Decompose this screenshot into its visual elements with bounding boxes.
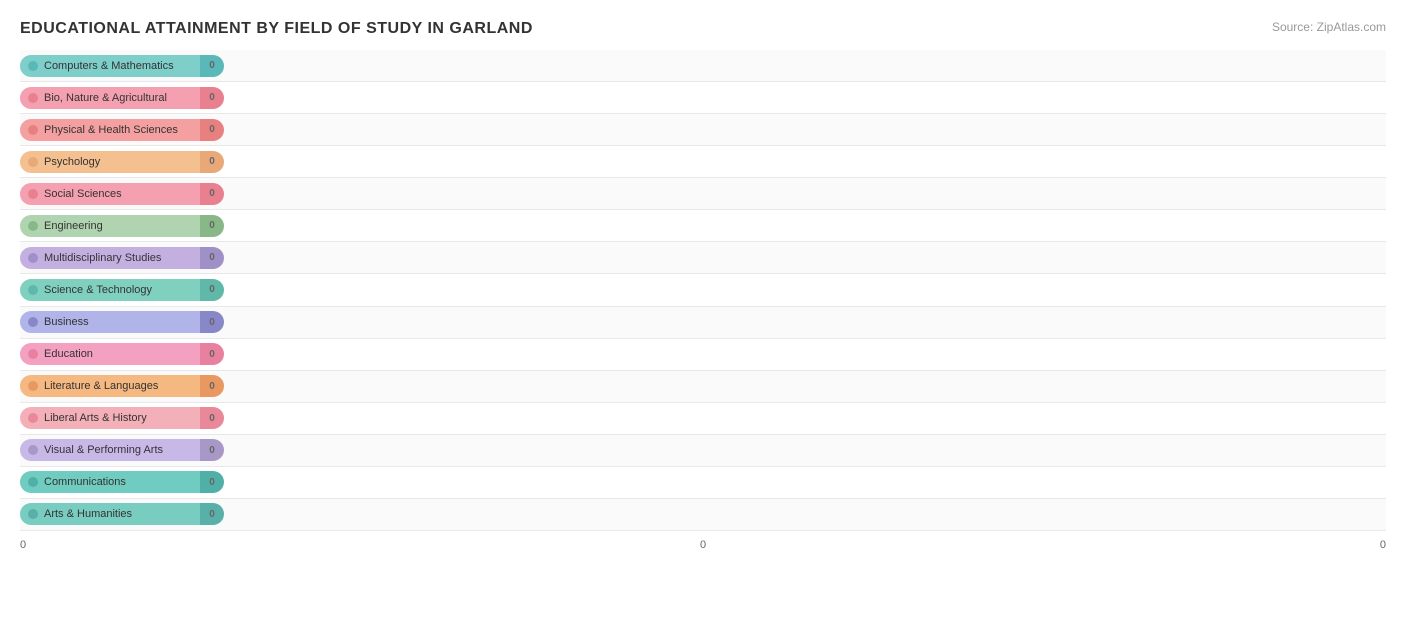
bar-row: Literature & Languages0: [20, 371, 1386, 403]
bar-row: Science & Technology0: [20, 274, 1386, 306]
bar-dot: [28, 221, 38, 231]
bar-row: Social Sciences0: [20, 178, 1386, 210]
bar-fill: Liberal Arts & History: [20, 407, 200, 429]
source-label: Source: ZipAtlas.com: [1272, 20, 1386, 34]
bar-pill: Computers & Mathematics0: [20, 55, 224, 77]
bar-fill: Literature & Languages: [20, 375, 200, 397]
bar-fill: Business: [20, 311, 200, 333]
bar-fill: Education: [20, 343, 200, 365]
bar-row: Engineering0: [20, 210, 1386, 242]
bar-row: Communications0: [20, 467, 1386, 499]
bar-pill: Visual & Performing Arts0: [20, 439, 224, 461]
bar-row: Computers & Mathematics0: [20, 50, 1386, 82]
bar-dot: [28, 477, 38, 487]
bar-fill: Science & Technology: [20, 279, 200, 301]
bar-value: 0: [200, 279, 224, 301]
bar-dot: [28, 157, 38, 167]
bar-value: 0: [200, 215, 224, 237]
bar-row: Education0: [20, 339, 1386, 371]
bar-value: 0: [200, 55, 224, 77]
bar-row: Bio, Nature & Agricultural0: [20, 82, 1386, 114]
bar-fill: Social Sciences: [20, 183, 200, 205]
bar-dot: [28, 381, 38, 391]
bar-pill: Science & Technology0: [20, 279, 224, 301]
bar-dot: [28, 317, 38, 327]
bar-fill: Engineering: [20, 215, 200, 237]
bar-pill: Multidisciplinary Studies0: [20, 247, 224, 269]
bar-value: 0: [200, 407, 224, 429]
x-axis-label-2: 0: [700, 539, 706, 551]
bar-dot: [28, 349, 38, 359]
x-axis-label-3: 0: [1380, 539, 1386, 551]
bar-pill: Social Sciences0: [20, 183, 224, 205]
chart-container: EDUCATIONAL ATTAINMENT BY FIELD OF STUDY…: [0, 0, 1406, 631]
bar-row: Arts & Humanities0: [20, 499, 1386, 531]
bar-row: Visual & Performing Arts0: [20, 435, 1386, 467]
bar-row: Physical & Health Sciences0: [20, 114, 1386, 146]
bar-value: 0: [200, 471, 224, 493]
bar-row: Psychology0: [20, 146, 1386, 178]
bar-value: 0: [200, 87, 224, 109]
bar-dot: [28, 413, 38, 423]
bar-dot: [28, 93, 38, 103]
bar-pill: Engineering0: [20, 215, 224, 237]
bar-value: 0: [200, 343, 224, 365]
bar-dot: [28, 285, 38, 295]
bar-row: Business0: [20, 307, 1386, 339]
bar-dot: [28, 61, 38, 71]
bar-fill: Visual & Performing Arts: [20, 439, 200, 461]
bar-row: Liberal Arts & History0: [20, 403, 1386, 435]
bar-pill: Education0: [20, 343, 224, 365]
bar-value: 0: [200, 119, 224, 141]
bar-pill: Arts & Humanities0: [20, 503, 224, 525]
bar-value: 0: [200, 375, 224, 397]
bar-pill: Communications0: [20, 471, 224, 493]
bar-dot: [28, 253, 38, 263]
bars-section: Computers & Mathematics0Bio, Nature & Ag…: [20, 50, 1386, 551]
bar-value: 0: [200, 247, 224, 269]
bar-row: Multidisciplinary Studies0: [20, 242, 1386, 274]
x-axis-label-1: 0: [20, 539, 26, 551]
bar-pill: Physical & Health Sciences0: [20, 119, 224, 141]
bar-dot: [28, 125, 38, 135]
bar-pill: Business0: [20, 311, 224, 333]
bar-fill: Physical & Health Sciences: [20, 119, 200, 141]
bar-dot: [28, 189, 38, 199]
bar-value: 0: [200, 439, 224, 461]
bar-value: 0: [200, 183, 224, 205]
bar-pill: Liberal Arts & History0: [20, 407, 224, 429]
bar-fill: Psychology: [20, 151, 200, 173]
bar-fill: Arts & Humanities: [20, 503, 200, 525]
bar-rows: Computers & Mathematics0Bio, Nature & Ag…: [20, 50, 1386, 531]
chart-area: Computers & Mathematics0Bio, Nature & Ag…: [20, 50, 1386, 551]
bar-value: 0: [200, 311, 224, 333]
bar-pill: Bio, Nature & Agricultural0: [20, 87, 224, 109]
bar-dot: [28, 445, 38, 455]
bar-fill: Communications: [20, 471, 200, 493]
x-axis: 0 0 0: [20, 531, 1386, 551]
bar-fill: Computers & Mathematics: [20, 55, 200, 77]
bar-fill: Multidisciplinary Studies: [20, 247, 200, 269]
bar-pill: Psychology0: [20, 151, 224, 173]
bar-pill: Literature & Languages0: [20, 375, 224, 397]
bar-value: 0: [200, 151, 224, 173]
bar-dot: [28, 509, 38, 519]
bar-value: 0: [200, 503, 224, 525]
bar-fill: Bio, Nature & Agricultural: [20, 87, 200, 109]
chart-title: EDUCATIONAL ATTAINMENT BY FIELD OF STUDY…: [20, 20, 1386, 38]
